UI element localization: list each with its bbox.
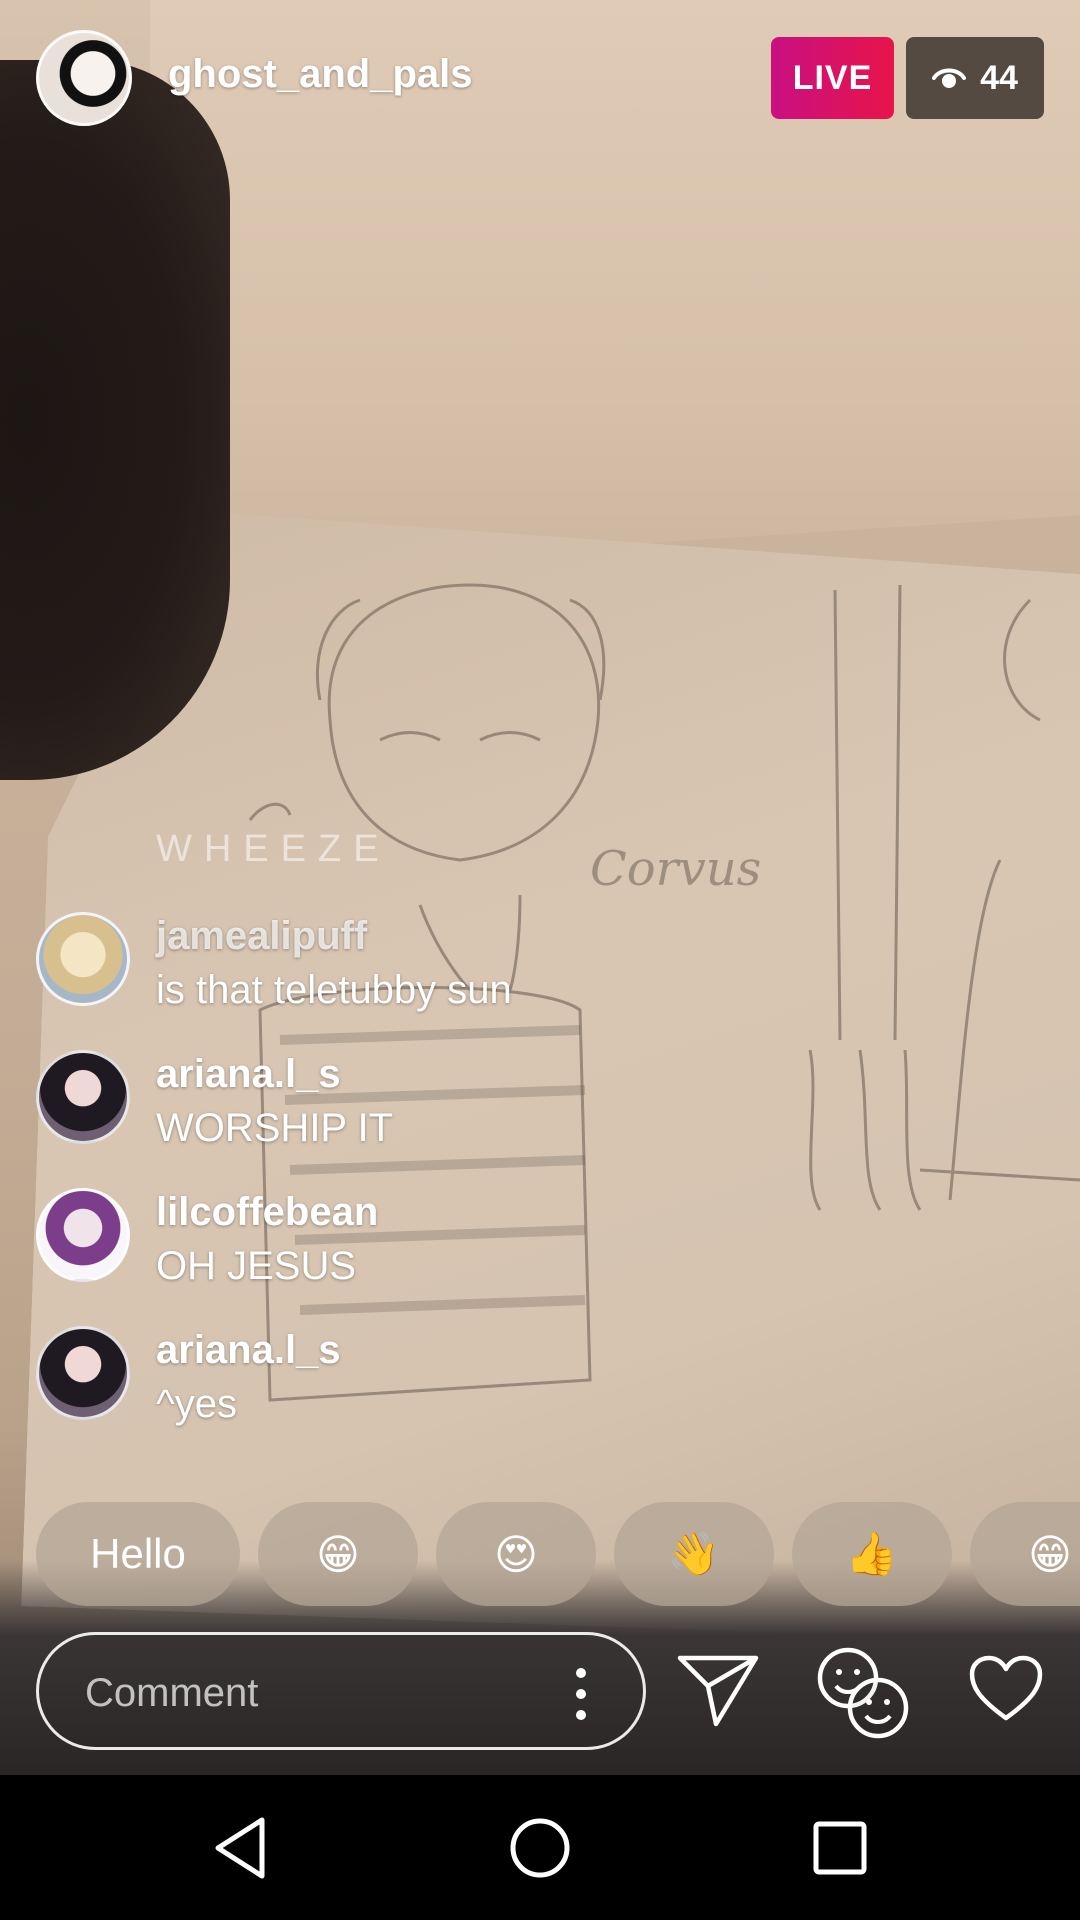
home-circle-icon <box>510 1818 570 1877</box>
more-vertical-icon[interactable] <box>569 1665 593 1723</box>
back-triangle-icon <box>215 1817 265 1878</box>
viewer-count-badge[interactable]: 44 <box>906 37 1044 119</box>
quick-reply-grin-2[interactable]: 😁 <box>970 1502 1080 1606</box>
face-filter-icon[interactable] <box>814 1644 910 1740</box>
host-username[interactable]: ghost_and_pals <box>168 52 473 97</box>
svg-text:Corvus: Corvus <box>590 841 761 897</box>
comment-placeholder: Comment <box>85 1671 259 1715</box>
faded-comment-text: WHEEZE <box>156 828 391 870</box>
heart-icon[interactable] <box>968 1654 1044 1724</box>
comment-item: ariana.l_s WORSHIP IT <box>36 1044 1036 1164</box>
commenter-username[interactable]: ariana.l_s <box>156 1328 341 1373</box>
comment-input[interactable]: Comment <box>36 1632 646 1750</box>
host-avatar[interactable] <box>36 30 132 126</box>
commenter-avatar[interactable] <box>36 1188 130 1282</box>
quick-reply-thumbs-up[interactable]: 👍 <box>792 1502 952 1606</box>
commenter-avatar[interactable] <box>36 912 130 1006</box>
comment-text: WORSHIP IT <box>156 1106 394 1150</box>
quick-reactions-row: Hello 😁 😍 👋 👍 😁 <box>0 1502 1080 1608</box>
comment-item: ariana.l_s ^yes <box>36 1320 1036 1440</box>
nav-home-button[interactable] <box>460 1775 620 1920</box>
viewer-count: 44 <box>980 58 1018 97</box>
commenter-username[interactable]: ariana.l_s <box>156 1052 341 1097</box>
quick-reply-grin[interactable]: 😁 <box>258 1502 418 1606</box>
comment-text: is that teletubby sun <box>156 968 512 1012</box>
comment-item: lilcoffebean OH JESUS <box>36 1182 1036 1302</box>
live-header: ghost_and_pals LIVE 44 <box>0 0 1080 160</box>
recents-square-icon <box>813 1821 867 1874</box>
comment-text: ^yes <box>156 1382 238 1426</box>
commenter-avatar[interactable] <box>36 1050 130 1144</box>
quick-reply-heart-eyes[interactable]: 😍 <box>436 1502 596 1606</box>
comment-item: jamealipuff is that teletubby sun <box>36 906 1036 1026</box>
quick-reply-wave[interactable]: 👋 <box>614 1502 774 1606</box>
nav-recents-button[interactable] <box>760 1775 920 1920</box>
nav-back-button[interactable] <box>160 1775 320 1920</box>
commenter-avatar[interactable] <box>36 1326 130 1420</box>
commenter-username[interactable]: lilcoffebean <box>156 1190 378 1235</box>
live-badge: LIVE <box>771 37 894 119</box>
commenter-username[interactable]: jamealipuff <box>156 914 367 959</box>
direct-send-icon[interactable] <box>676 1652 760 1728</box>
system-navigation-bar <box>0 1775 1080 1920</box>
comment-text: OH JESUS <box>156 1244 357 1288</box>
quick-reply-hello[interactable]: Hello <box>36 1502 240 1606</box>
eye-icon <box>932 68 967 88</box>
